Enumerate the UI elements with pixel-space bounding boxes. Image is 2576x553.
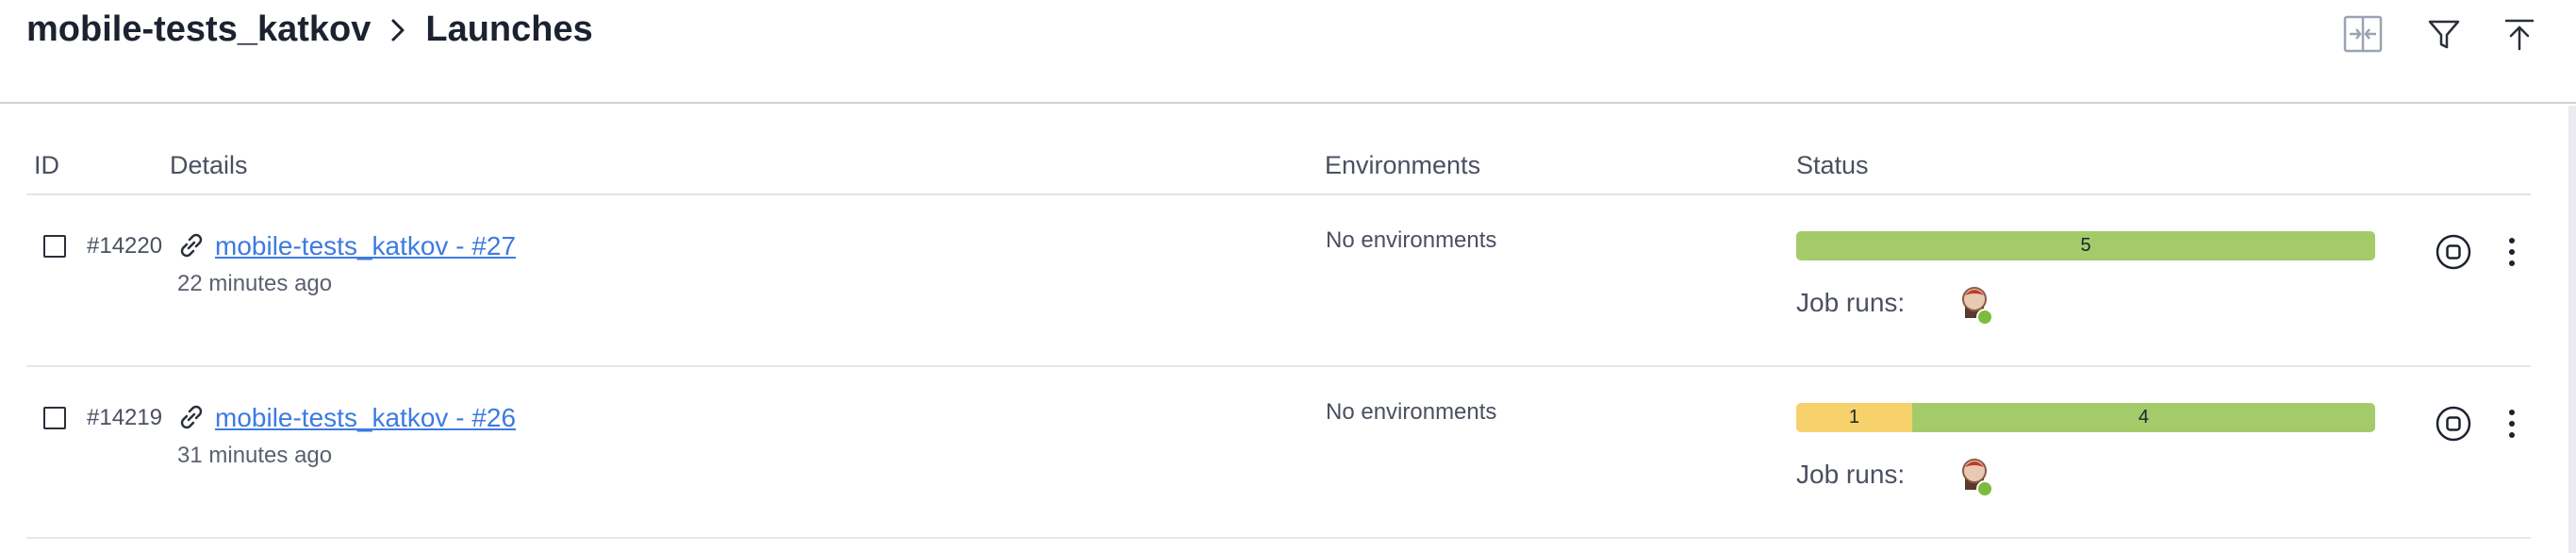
- launch-name-link[interactable]: mobile-tests_katkov - #27: [215, 231, 516, 261]
- table-header: ID Details Environments Status: [26, 142, 2531, 195]
- stop-icon[interactable]: [2435, 405, 2472, 443]
- chevron-right-icon: [388, 16, 408, 44]
- row-checkbox[interactable]: [43, 407, 66, 429]
- status-segment[interactable]: 4: [1911, 403, 2375, 432]
- breadcrumb: mobile-tests_katkov Launches: [26, 9, 593, 50]
- environment-value: No environments: [1326, 399, 1497, 425]
- status-bar[interactable]: 5: [1796, 231, 2375, 260]
- column-header-environments[interactable]: Environments: [1325, 151, 1480, 180]
- table-row[interactable]: #14220 mobile-tests_katkov - #27 22 minu…: [26, 195, 2531, 367]
- column-header-id[interactable]: ID: [34, 151, 59, 180]
- job-runs-label: Job runs:: [1796, 288, 1906, 317]
- breadcrumb-project[interactable]: mobile-tests_katkov: [26, 9, 371, 50]
- scrollbar[interactable]: [2568, 106, 2576, 553]
- jenkins-avatar-icon[interactable]: [1959, 284, 1997, 326]
- upload-icon[interactable]: [2497, 11, 2542, 57]
- column-header-status[interactable]: Status: [1796, 151, 1869, 180]
- launches-table: ID Details Environments Status #14220 mo…: [26, 142, 2531, 539]
- more-vertical-icon[interactable]: [2502, 405, 2521, 443]
- compare-icon[interactable]: [2340, 11, 2386, 57]
- status-bar[interactable]: 14: [1796, 403, 2375, 432]
- page-header: mobile-tests_katkov Launches: [0, 0, 2576, 104]
- status-segment[interactable]: 5: [1796, 231, 2375, 260]
- table-row[interactable]: #14219 mobile-tests_katkov - #26 31 minu…: [26, 367, 2531, 539]
- status-segment[interactable]: 1: [1796, 403, 1912, 432]
- jenkins-avatar-icon[interactable]: [1959, 456, 1997, 497]
- more-vertical-icon[interactable]: [2502, 233, 2521, 271]
- launch-name-link[interactable]: mobile-tests_katkov - #26: [215, 403, 516, 433]
- column-header-details[interactable]: Details: [170, 151, 248, 180]
- environment-value: No environments: [1326, 227, 1497, 253]
- stop-icon[interactable]: [2435, 233, 2472, 271]
- link-icon: [180, 405, 203, 429]
- page-title: Launches: [425, 9, 593, 49]
- launch-id: #14220: [87, 233, 163, 259]
- launch-id: #14219: [87, 405, 163, 430]
- filter-icon[interactable]: [2421, 11, 2467, 57]
- link-icon: [180, 233, 203, 258]
- launch-time: 31 minutes ago: [177, 443, 333, 468]
- row-checkbox[interactable]: [43, 235, 66, 258]
- job-runs-label: Job runs:: [1796, 460, 1906, 489]
- launch-time: 22 minutes ago: [177, 271, 333, 296]
